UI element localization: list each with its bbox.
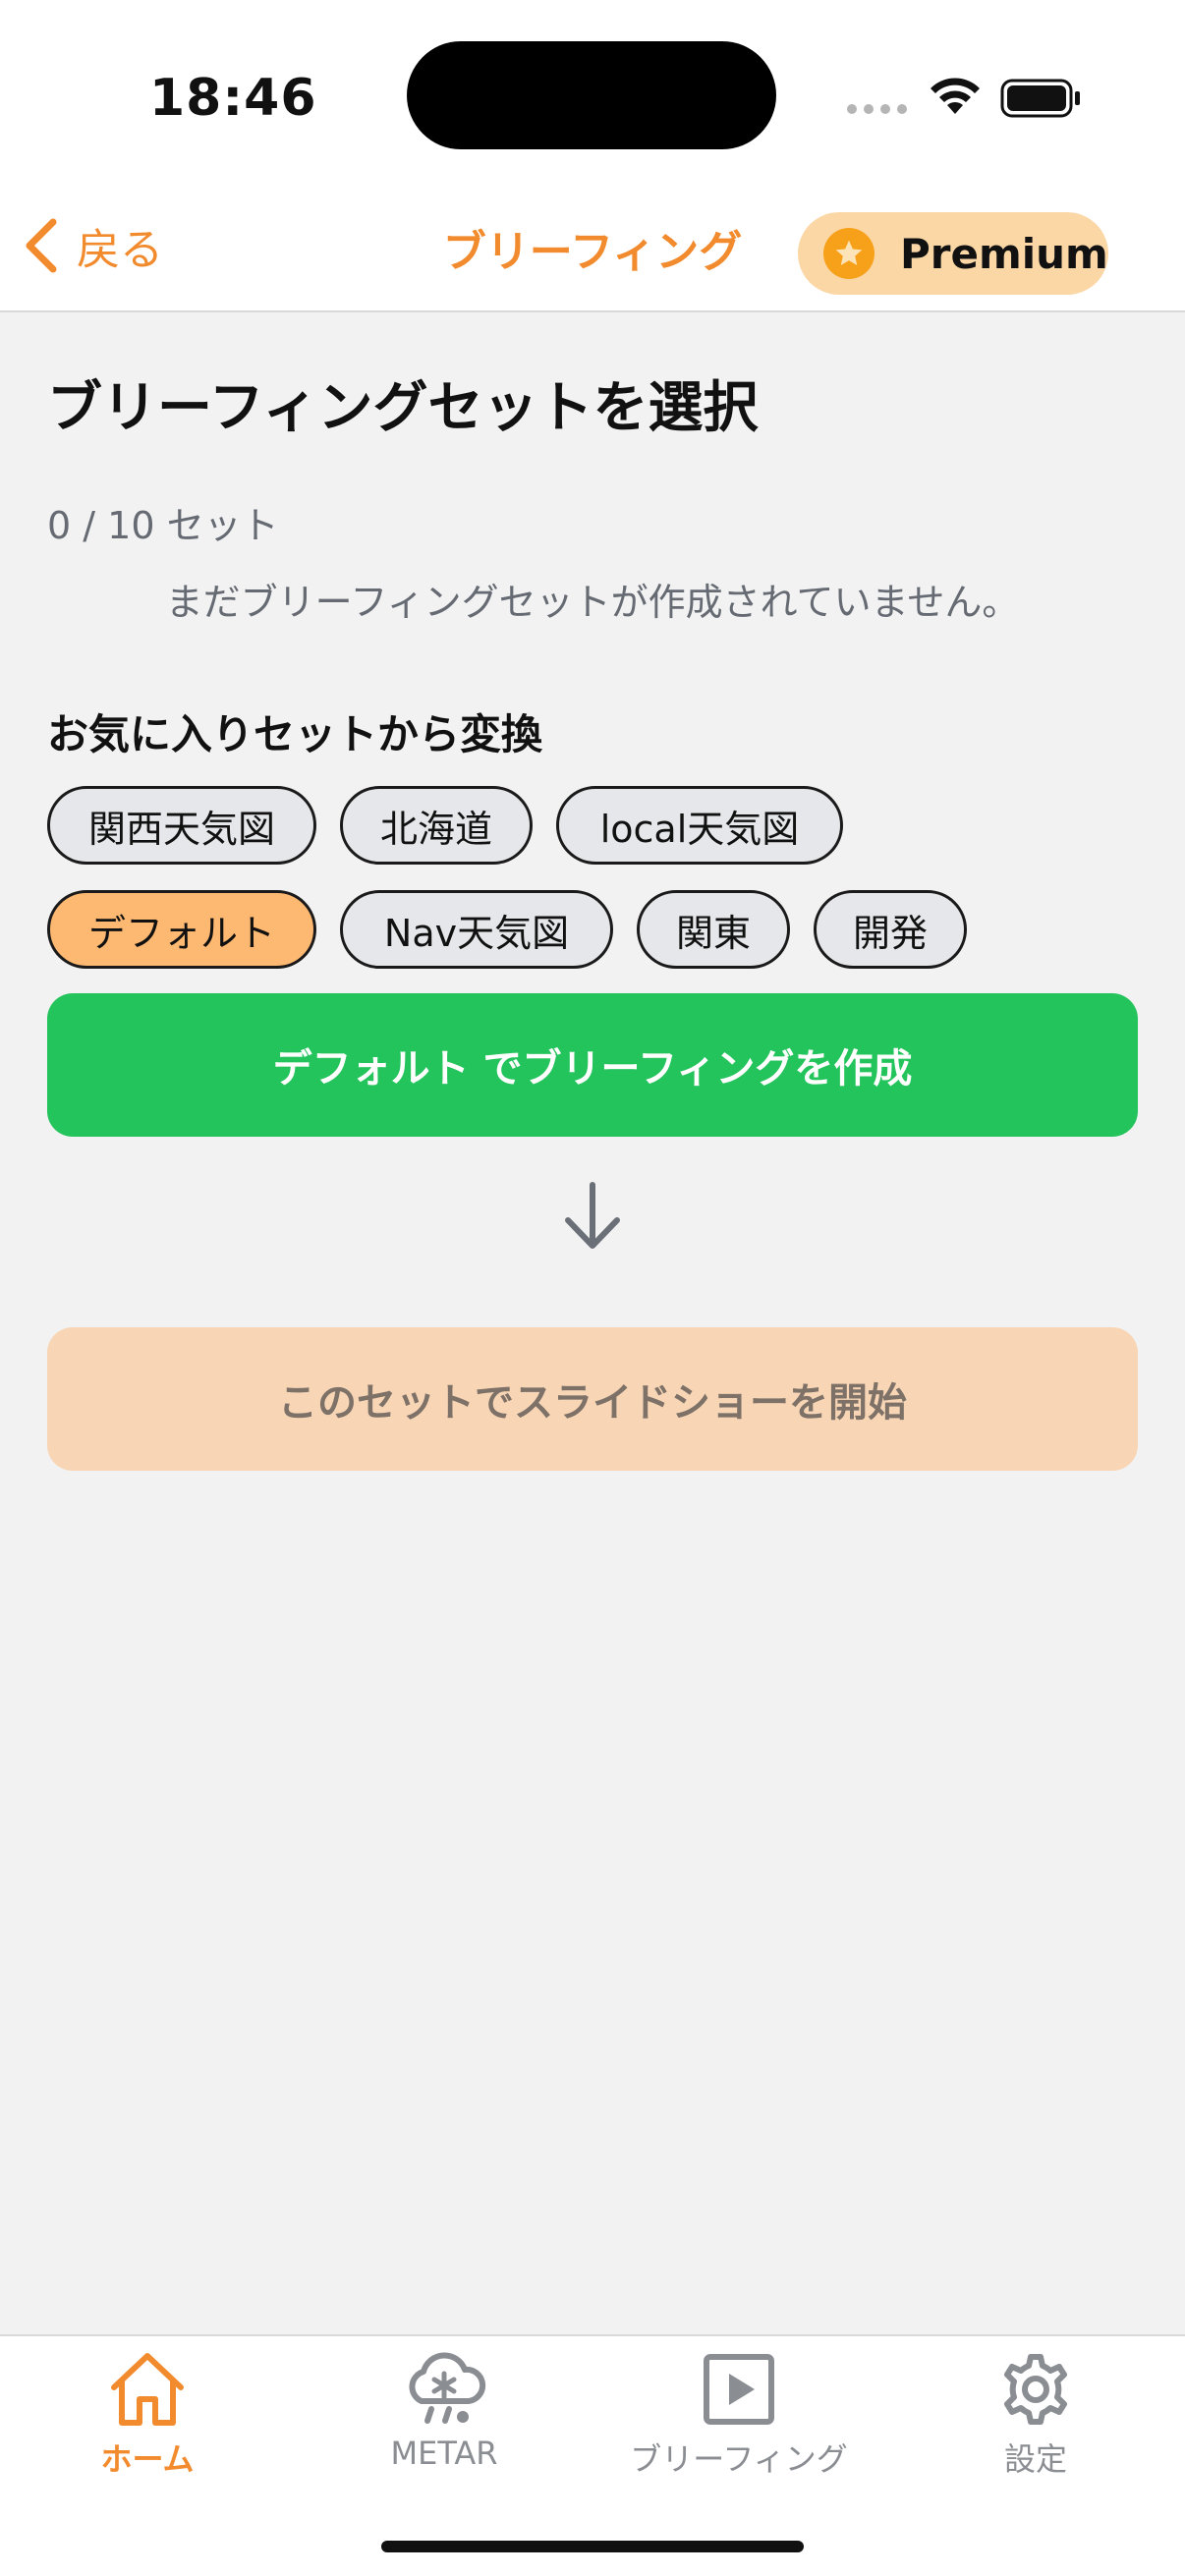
tab-home[interactable]: ホーム <box>0 2350 295 2480</box>
chip-kanto[interactable]: 関東 <box>637 890 790 969</box>
back-button[interactable]: 戻る <box>24 214 163 277</box>
briefing-screen: 18:46 戻る ブリーフィング Premium ブリーフィングセットを選択 0… <box>0 0 1185 2576</box>
tab-settings-label: 設定 <box>1003 2440 1067 2478</box>
tab-metar[interactable]: METAR <box>297 2350 592 2472</box>
back-label: 戻る <box>77 225 163 275</box>
weather-icon <box>409 2352 486 2424</box>
battery-icon <box>1000 79 1080 118</box>
cellular-signal-icon <box>847 104 907 114</box>
chip-default[interactable]: デフォルト <box>47 890 316 969</box>
navigation-bar: 戻る ブリーフィング Premium <box>0 187 1185 312</box>
star-icon <box>823 228 875 279</box>
chip-local-weather-map[interactable]: local天気図 <box>556 786 843 865</box>
play-icon <box>704 2354 774 2425</box>
start-slideshow-button[interactable]: このセットでスライドショーを開始 <box>47 1327 1138 1471</box>
dynamic-island <box>407 41 776 149</box>
chip-nav-weather-map[interactable]: Nav天気図 <box>340 890 613 969</box>
arrow-down-icon <box>565 1182 620 1249</box>
chevron-left-icon <box>26 218 57 273</box>
tab-home-label: ホーム <box>100 2440 195 2478</box>
create-briefing-button[interactable]: デフォルト でブリーフィングを作成 <box>47 993 1138 1137</box>
wifi-icon <box>931 78 980 114</box>
chip-kansai-weather-map[interactable]: 関西天気図 <box>47 786 316 865</box>
favorites-section-title: お気に入りセットから変換 <box>47 710 543 758</box>
tab-briefing[interactable]: ブリーフィング <box>592 2350 886 2480</box>
tab-settings[interactable]: 設定 <box>888 2350 1183 2480</box>
status-bar: 18:46 <box>0 0 1185 187</box>
home-icon <box>111 2353 184 2426</box>
set-count: 0 / 10 セット <box>47 504 279 547</box>
status-time: 18:46 <box>149 69 317 128</box>
page-title: ブリーフィングセットを選択 <box>47 376 759 440</box>
home-indicator[interactable] <box>381 2541 804 2552</box>
tab-briefing-label: ブリーフィング <box>630 2440 848 2478</box>
chip-development[interactable]: 開発 <box>814 890 967 969</box>
tab-metar-label: METAR <box>390 2435 498 2472</box>
gear-icon <box>1004 2354 1067 2425</box>
empty-message: まだブリーフィングセットが作成されていません。 <box>165 581 1020 624</box>
premium-label: Premium <box>900 229 1108 278</box>
chip-hokkaido[interactable]: 北海道 <box>340 786 533 865</box>
premium-badge[interactable]: Premium <box>798 212 1108 295</box>
